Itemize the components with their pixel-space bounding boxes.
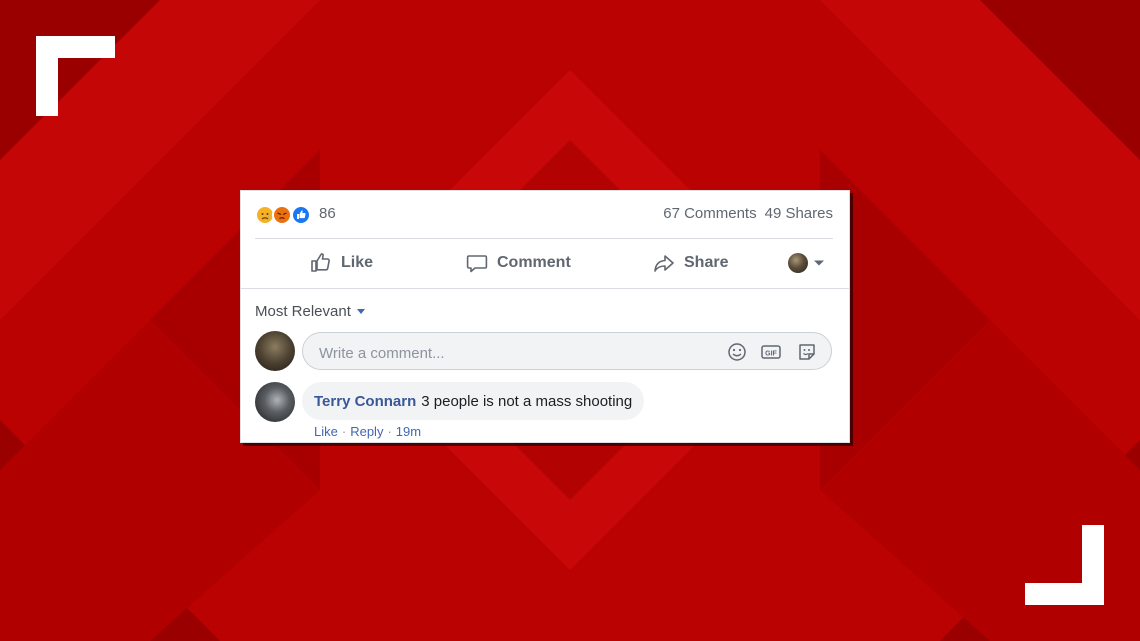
comment-like-link[interactable]: Like xyxy=(314,424,338,439)
comment-input[interactable] xyxy=(317,342,701,364)
sticker-icon[interactable] xyxy=(797,342,817,362)
comment-text: 3 people is not a mass shooting xyxy=(421,392,633,410)
comment-sort-dropdown[interactable]: Most Relevant xyxy=(255,303,365,320)
like-icon xyxy=(311,253,330,272)
angry-reaction-icon xyxy=(272,205,292,225)
separator-dot: · xyxy=(387,424,392,439)
facebook-post-card: 86 67 Comments 49 Shares Like Comment Sha… xyxy=(240,190,850,443)
reaction-count[interactable]: 86 xyxy=(319,205,336,222)
comment-composer: GIF xyxy=(302,332,832,370)
caret-down-icon xyxy=(356,309,365,314)
separator-dot: · xyxy=(341,424,347,439)
comment-bubble: Terry Connarn 3 people is not a mass sho… xyxy=(302,382,645,420)
comments-count[interactable]: 67 Comments xyxy=(663,205,756,222)
like-button[interactable]: Like xyxy=(309,243,373,283)
emoji-icon[interactable] xyxy=(727,342,747,362)
shares-count[interactable]: 49 Shares xyxy=(765,205,833,222)
post-actions-bar: Like Comment Share xyxy=(255,243,833,283)
post-summary: 86 67 Comments 49 Shares xyxy=(255,203,833,225)
like-reaction-icon xyxy=(291,205,311,225)
svg-text:GIF: GIF xyxy=(765,351,777,358)
commenter-avatar[interactable] xyxy=(255,382,295,422)
comment-icon xyxy=(466,255,488,273)
post-stats: 67 Comments 49 Shares xyxy=(655,205,833,222)
comment-timestamp[interactable]: 19m xyxy=(396,424,421,439)
share-icon xyxy=(654,255,674,272)
share-button[interactable]: Share xyxy=(652,243,728,283)
share-button-label: Share xyxy=(684,254,729,271)
page-avatar xyxy=(788,253,808,273)
comment-button[interactable]: Comment xyxy=(465,243,571,283)
like-button-label: Like xyxy=(341,254,374,271)
comment-meta: Like · Reply · 19m xyxy=(314,424,421,439)
gif-icon[interactable]: GIF xyxy=(761,342,781,362)
chevron-down-icon xyxy=(814,260,824,266)
comment-author[interactable]: Terry Connarn xyxy=(314,393,416,410)
user-avatar[interactable] xyxy=(255,331,295,371)
divider xyxy=(241,288,849,289)
divider xyxy=(255,238,833,239)
comment-button-label: Comment xyxy=(497,254,571,271)
post-as-selector[interactable] xyxy=(788,243,826,283)
comment-reply-link[interactable]: Reply xyxy=(350,424,383,439)
comment-sort-label: Most Relevant xyxy=(255,303,351,320)
